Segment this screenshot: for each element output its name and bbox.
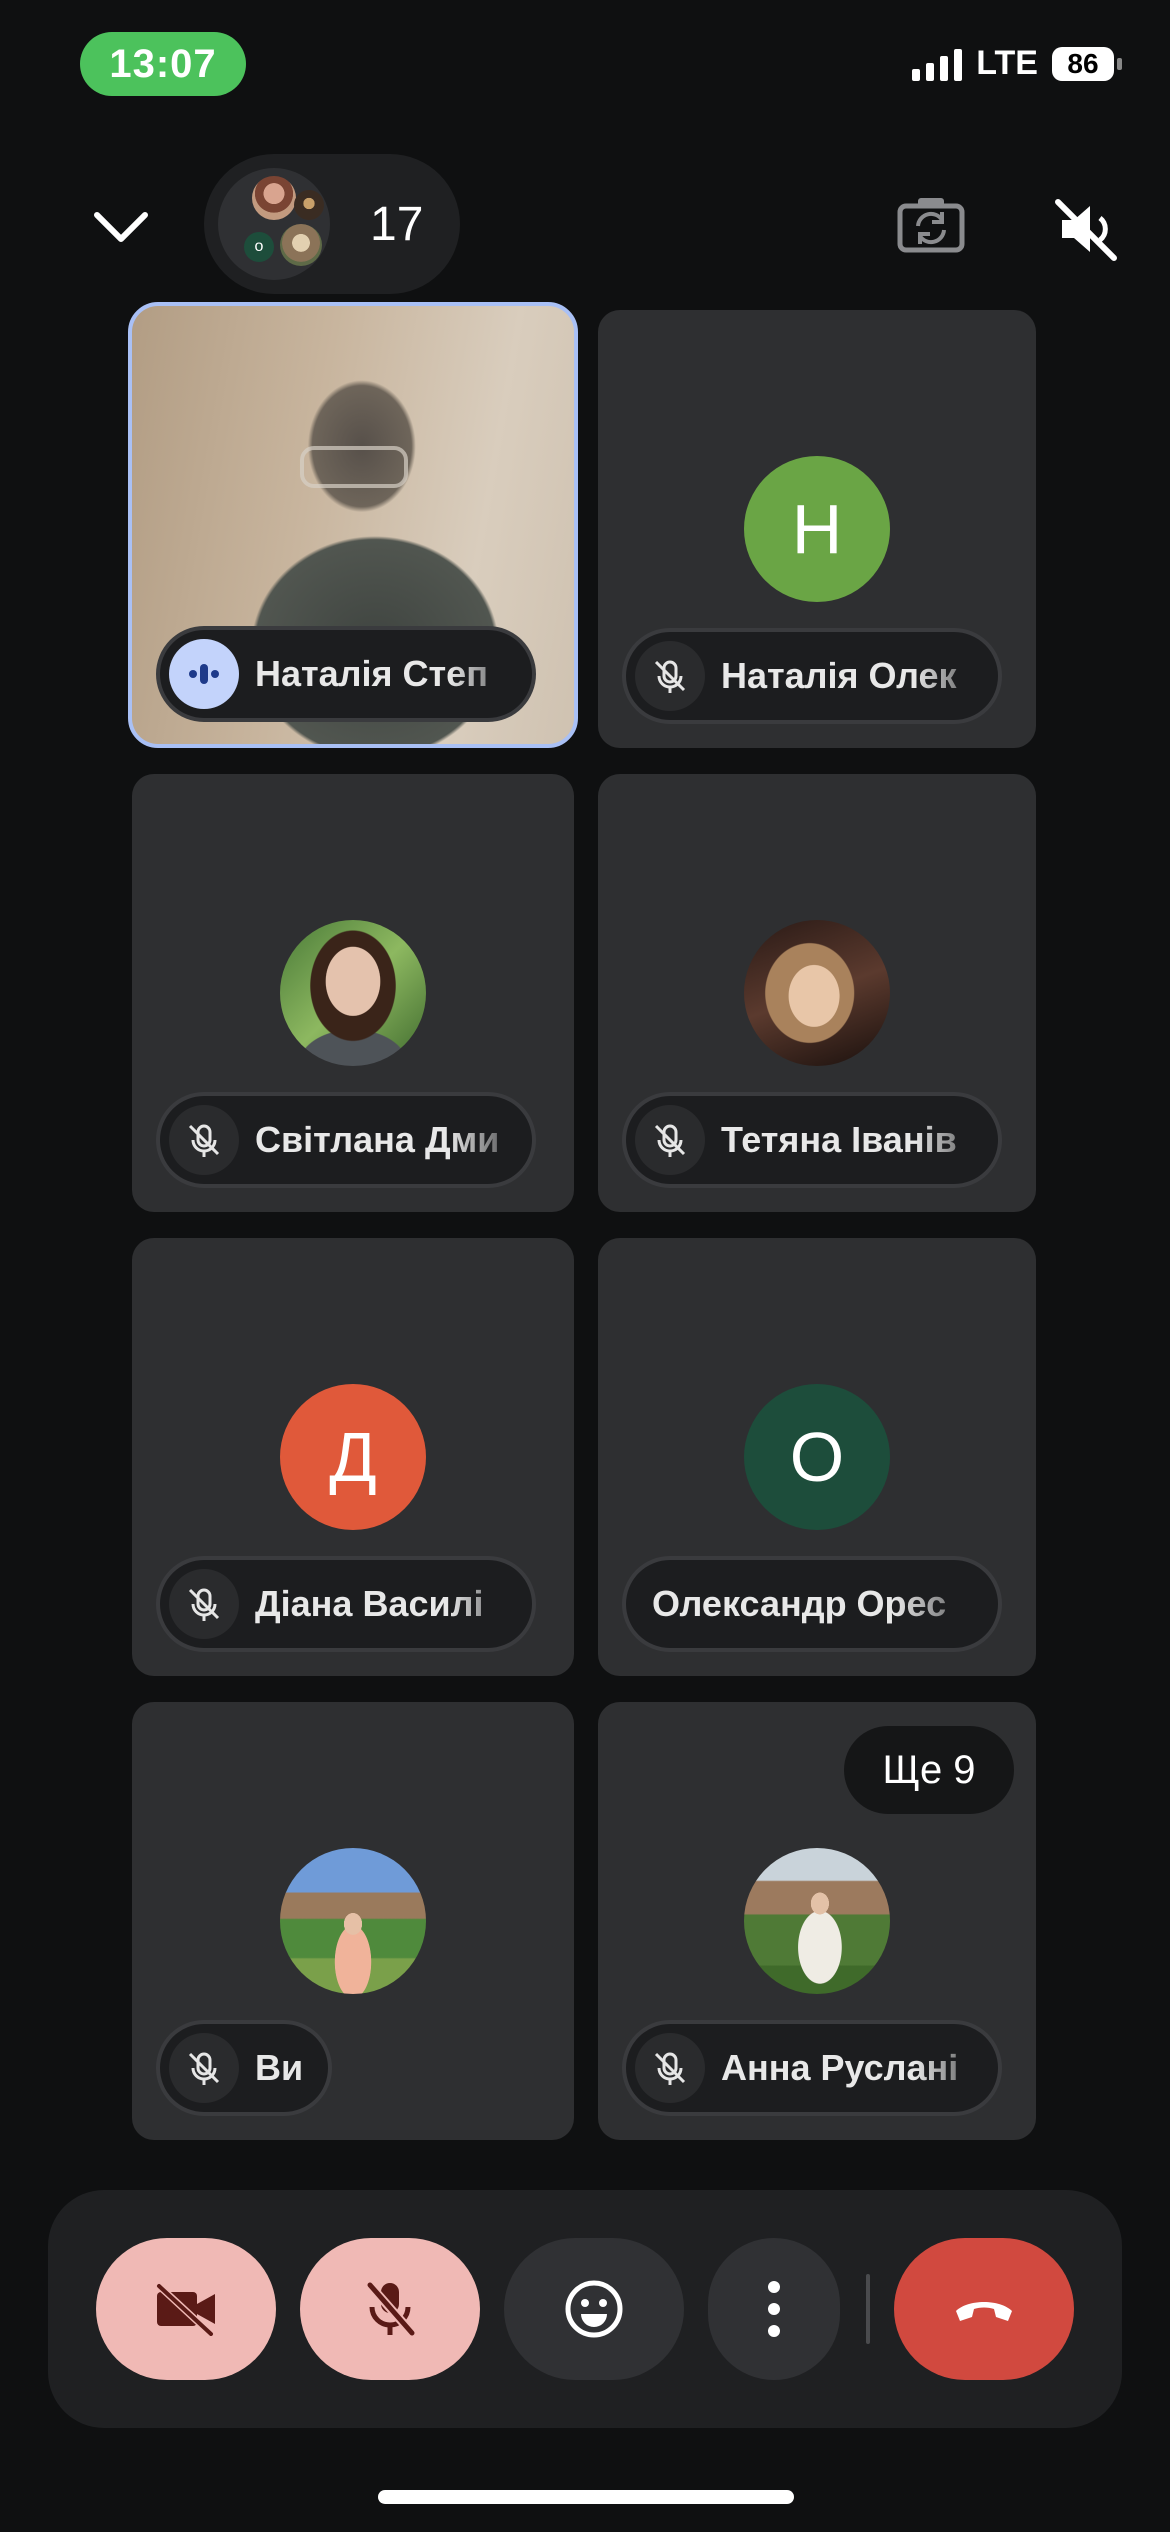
participant-name: Діана Василі (255, 1583, 484, 1624)
participant-name-pill: Світлана Дми (156, 1092, 536, 1188)
participant-mini-avatar (280, 224, 322, 266)
speaking-indicator-icon (169, 639, 239, 709)
participant-name-pill: Тетяна Іванів (622, 1092, 1002, 1188)
participant-avatar: Д (280, 1384, 426, 1530)
mic-off-icon (169, 1569, 239, 1639)
participant-name-pill: Діана Василі (156, 1556, 536, 1652)
participant-name-pill: Наталія Олек (622, 628, 1002, 724)
participant-avatar: Н (744, 456, 890, 602)
participant-photo (280, 1848, 426, 1994)
participant-name: Наталія Степ (255, 653, 488, 694)
emoji-icon (565, 2280, 623, 2338)
more-vert-icon (768, 2281, 780, 2337)
participant-mini-avatar: o (244, 232, 274, 262)
participant-avatar: О (744, 1384, 890, 1530)
mic-off-icon (635, 641, 705, 711)
participant-tile[interactable]: Д Діана Василі (132, 1238, 574, 1676)
chevron-down-icon[interactable] (90, 196, 152, 258)
participant-name: Олександр Орес (652, 1583, 947, 1624)
mic-off-icon (364, 2280, 416, 2336)
participant-name-pill: Анна Руслані (622, 2020, 1002, 2116)
participant-tile[interactable]: Тетяна Іванів (598, 774, 1036, 1212)
camera-off-icon (154, 2282, 215, 2336)
battery-indicator: 86 (1052, 46, 1122, 81)
home-indicator (378, 2490, 794, 2504)
participant-name-pill: Олександр Орес (622, 1556, 1002, 1652)
camera-toggle-button[interactable] (96, 2238, 276, 2380)
participant-name: Тетяна Іванів (721, 1119, 957, 1160)
participant-name: Наталія Олек (721, 655, 957, 696)
participant-tile-self[interactable]: Ви (132, 1702, 574, 2140)
reactions-button[interactable] (504, 2238, 684, 2380)
participant-photo (744, 1848, 890, 1994)
mic-off-icon (169, 2033, 239, 2103)
participant-tile[interactable]: Н Наталія Олек (598, 310, 1036, 748)
participant-name: Світлана Дми (255, 1119, 500, 1160)
end-call-icon (956, 2302, 1012, 2321)
more-participants-badge[interactable]: Ще 9 (844, 1726, 1014, 1814)
participant-tile[interactable]: Світлана Дми (132, 774, 574, 1212)
participant-mini-avatar (252, 176, 296, 220)
participant-name: Анна Руслані (721, 2047, 959, 2088)
participant-tile[interactable]: О Олександр Орес (598, 1238, 1036, 1676)
speaker-off-icon[interactable] (1052, 194, 1122, 264)
participants-avatars: o (218, 168, 330, 280)
controls-divider (866, 2274, 870, 2344)
participant-mini-avatar (294, 190, 324, 220)
participant-photo (744, 920, 890, 1066)
mic-toggle-button[interactable] (300, 2238, 480, 2380)
status-right: LTE 86 (912, 44, 1122, 83)
participant-tile[interactable]: Наталія Степ (128, 302, 578, 748)
participants-button[interactable]: o 17 (204, 154, 460, 294)
mic-off-icon (169, 1105, 239, 1175)
participant-name-pill: Наталія Степ (156, 626, 536, 722)
more-options-button[interactable] (708, 2238, 840, 2380)
end-call-button[interactable] (894, 2238, 1074, 2380)
mic-off-icon (635, 1105, 705, 1175)
participant-count: 17 (370, 197, 424, 251)
camera-switch-icon[interactable] (896, 194, 966, 256)
participant-name: Ви (255, 2047, 304, 2088)
signal-icon (912, 47, 963, 81)
network-type: LTE (976, 44, 1038, 82)
participant-photo (280, 920, 426, 1066)
participant-tile[interactable]: Ще 9 Анна Руслані (598, 1702, 1036, 2140)
status-time: 13:07 (80, 32, 246, 96)
participant-name-pill: Ви (156, 2020, 332, 2116)
mic-off-icon (635, 2033, 705, 2103)
